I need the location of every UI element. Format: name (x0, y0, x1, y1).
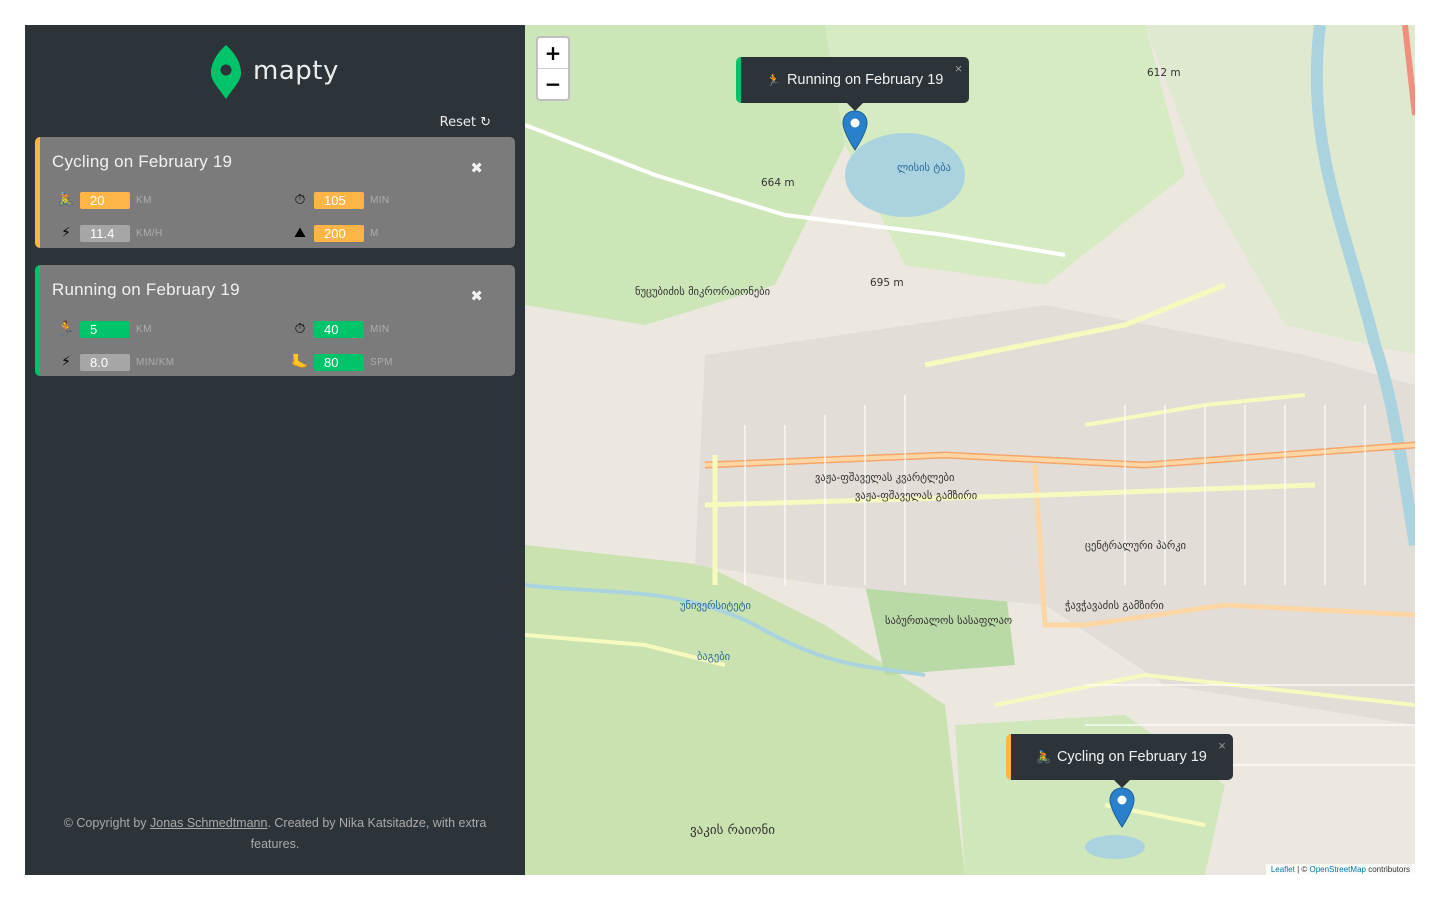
lightning-icon: ⚡ (61, 354, 71, 370)
workout-running[interactable]: Running on February 19 ✖ 🏃 5 KM ⏱ 40 MIN… (35, 265, 515, 376)
osm-link[interactable]: OpenStreetMap (1309, 865, 1365, 874)
footer-suffix: . Created by Nika Katsitadze, with extra… (250, 816, 487, 851)
elevation-label: 664 m (761, 177, 795, 189)
elevation-label: 695 m (870, 277, 904, 289)
zoom-in-button[interactable]: + (538, 38, 568, 69)
workout-distance: 🚴 20 KM (56, 191, 152, 209)
author-link[interactable]: Jonas Schmedtmann (150, 816, 267, 830)
workout-title: Cycling on February 19 (52, 152, 233, 171)
cadence-value: 80 (314, 353, 364, 371)
zoom-control: + − (536, 36, 570, 101)
workout-cycling[interactable]: Cycling on February 19 ✖ 🚴 20 KM ⏱ 105 M… (35, 137, 515, 248)
distance-value: 5 (80, 320, 130, 338)
workout-title: Running on February 19 (52, 280, 240, 299)
map-marker-icon[interactable] (1109, 787, 1135, 828)
zoom-out-button[interactable]: − (538, 69, 568, 99)
leaflet-link[interactable]: Leaflet (1271, 865, 1295, 874)
workout-cadence: 🦶 80 SPM (290, 353, 393, 371)
lake-label: ლისის ტბა (897, 162, 951, 174)
park-label: ცენტრალური პარკი (1085, 540, 1186, 552)
bagebi-label: ბაგები (697, 651, 731, 663)
app: mapty Reset ↻ Cycling on February 19 ✖ 🚴… (25, 25, 1415, 875)
stopwatch-icon: ⏱ (294, 321, 306, 337)
workout-speed: ⚡ 11.4 KM/H (56, 224, 163, 242)
university-label: უნივერსიტეტი (680, 600, 751, 612)
cemetery-label: საბურთალოს სასაფლაო (885, 615, 1013, 627)
street-label: ვაჟა-ფშაველას გამზირი (855, 490, 978, 502)
vake-district-label: ვაკის რაიონი (690, 823, 775, 838)
mountain-icon: ⛰ (294, 225, 306, 241)
elevation-unit: M (370, 227, 379, 239)
distance-unit: KM (136, 194, 152, 206)
popup-text: Cycling on February 19 (1056, 749, 1207, 765)
running-popup[interactable]: 🏃 Running on February 19 × (736, 57, 970, 111)
stopwatch-icon: ⏱ (294, 192, 306, 208)
workout-elevation: ⛰ 200 M (290, 224, 379, 242)
popup-close-button[interactable]: × (1218, 738, 1226, 753)
bike-icon: 🚴 (57, 192, 75, 208)
popup-close-button[interactable]: × (955, 61, 963, 76)
street-label: ჭავჭავაძის გამზირი (1065, 600, 1164, 612)
delete-workout-button[interactable]: ✖ (470, 287, 483, 305)
map[interactable]: ლისის ტბა ნუცუბიძის მიკრორაიონები ვაჟა-ფ… (525, 25, 1415, 875)
workout-distance: 🏃 5 KM (56, 320, 152, 338)
lightning-icon: ⚡ (61, 225, 71, 241)
duration-unit: MIN (370, 323, 390, 335)
cadence-unit: SPM (370, 356, 393, 368)
elevation-value: 200 (314, 224, 364, 242)
workout-duration: ⏱ 40 MIN (290, 320, 390, 338)
distance-value: 20 (80, 191, 130, 209)
speed-unit: KM/H (136, 227, 163, 239)
workout-pace: ⚡ 8.0 MIN/KM (56, 353, 175, 371)
runner-icon: 🏃 (57, 321, 75, 337)
speed-value: 11.4 (80, 224, 130, 242)
logo: mapty (209, 43, 339, 99)
cycling-popup[interactable]: 🚴 Cycling on February 19 × (1006, 734, 1233, 788)
elevation-label: 612 m (1147, 67, 1181, 79)
map-pin-logo-icon (211, 45, 241, 99)
attribution-separator: | © (1294, 865, 1310, 874)
distance-unit: KM (136, 323, 152, 335)
duration-value: 40 (314, 320, 364, 338)
reset-button[interactable]: Reset ↻ (440, 115, 491, 130)
district-label: ვაჟა-ფშაველას კვარტლები (815, 472, 955, 484)
district-label: ნუცუბიძის მიკრორაიონები (635, 286, 771, 298)
footer-prefix: © Copyright by (63, 816, 151, 830)
workout-duration: ⏱ 105 MIN (290, 191, 390, 209)
popup-text: Running on February 19 (786, 72, 944, 88)
sidebar: mapty Reset ↻ Cycling on February 19 ✖ 🚴… (25, 25, 525, 875)
delete-workout-button[interactable]: ✖ (470, 159, 483, 177)
runner-icon: 🏃 (766, 73, 781, 87)
map-attribution: Leaflet | © OpenStreetMap contributors (1265, 864, 1415, 875)
duration-unit: MIN (370, 194, 390, 206)
map-marker-icon[interactable] (842, 110, 868, 151)
bike-icon: 🚴 (1036, 750, 1051, 764)
duration-value: 105 (314, 191, 364, 209)
pace-value: 8.0 (80, 353, 130, 371)
map-tiles (525, 25, 1415, 875)
logo-text: mapty (253, 56, 339, 86)
attribution-suffix: contributors (1365, 865, 1410, 874)
pace-unit: MIN/KM (136, 356, 175, 368)
copyright-footer: © Copyright by Jonas Schmedtmann. Create… (45, 813, 505, 855)
foot-icon: 🦶 (291, 354, 309, 370)
